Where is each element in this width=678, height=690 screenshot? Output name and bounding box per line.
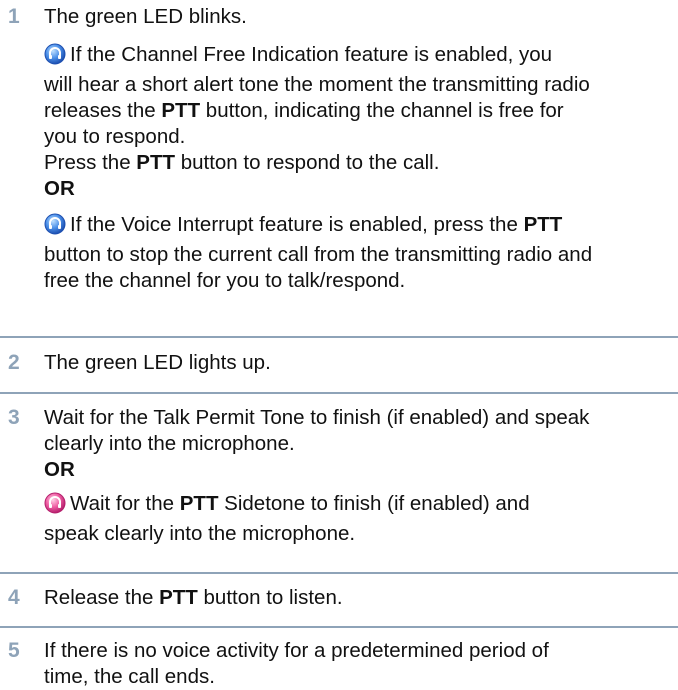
note-line: Wait for the PTT Sidetone to finish (if …	[44, 491, 676, 521]
or-label: OR	[44, 458, 75, 481]
step-number: 2	[8, 351, 20, 374]
step-number: 5	[8, 639, 20, 662]
step-number: 3	[8, 406, 20, 429]
step-number: 1	[8, 5, 20, 28]
digital-mode-icon	[44, 43, 66, 72]
step-divider	[0, 626, 678, 628]
note-line: If the Channel Free Indication feature i…	[44, 42, 676, 72]
step-title: The green LED lights up.	[44, 351, 271, 374]
step-divider	[0, 336, 678, 338]
note-line: If the Voice Interrupt feature is enable…	[44, 212, 676, 242]
analog-mode-icon	[44, 492, 66, 521]
step-divider	[0, 572, 678, 574]
step-divider	[0, 392, 678, 394]
step-title: The green LED blinks.	[44, 5, 247, 28]
digital-mode-icon	[44, 213, 66, 242]
step-number: 4	[8, 586, 20, 609]
or-label: OR	[44, 177, 75, 200]
